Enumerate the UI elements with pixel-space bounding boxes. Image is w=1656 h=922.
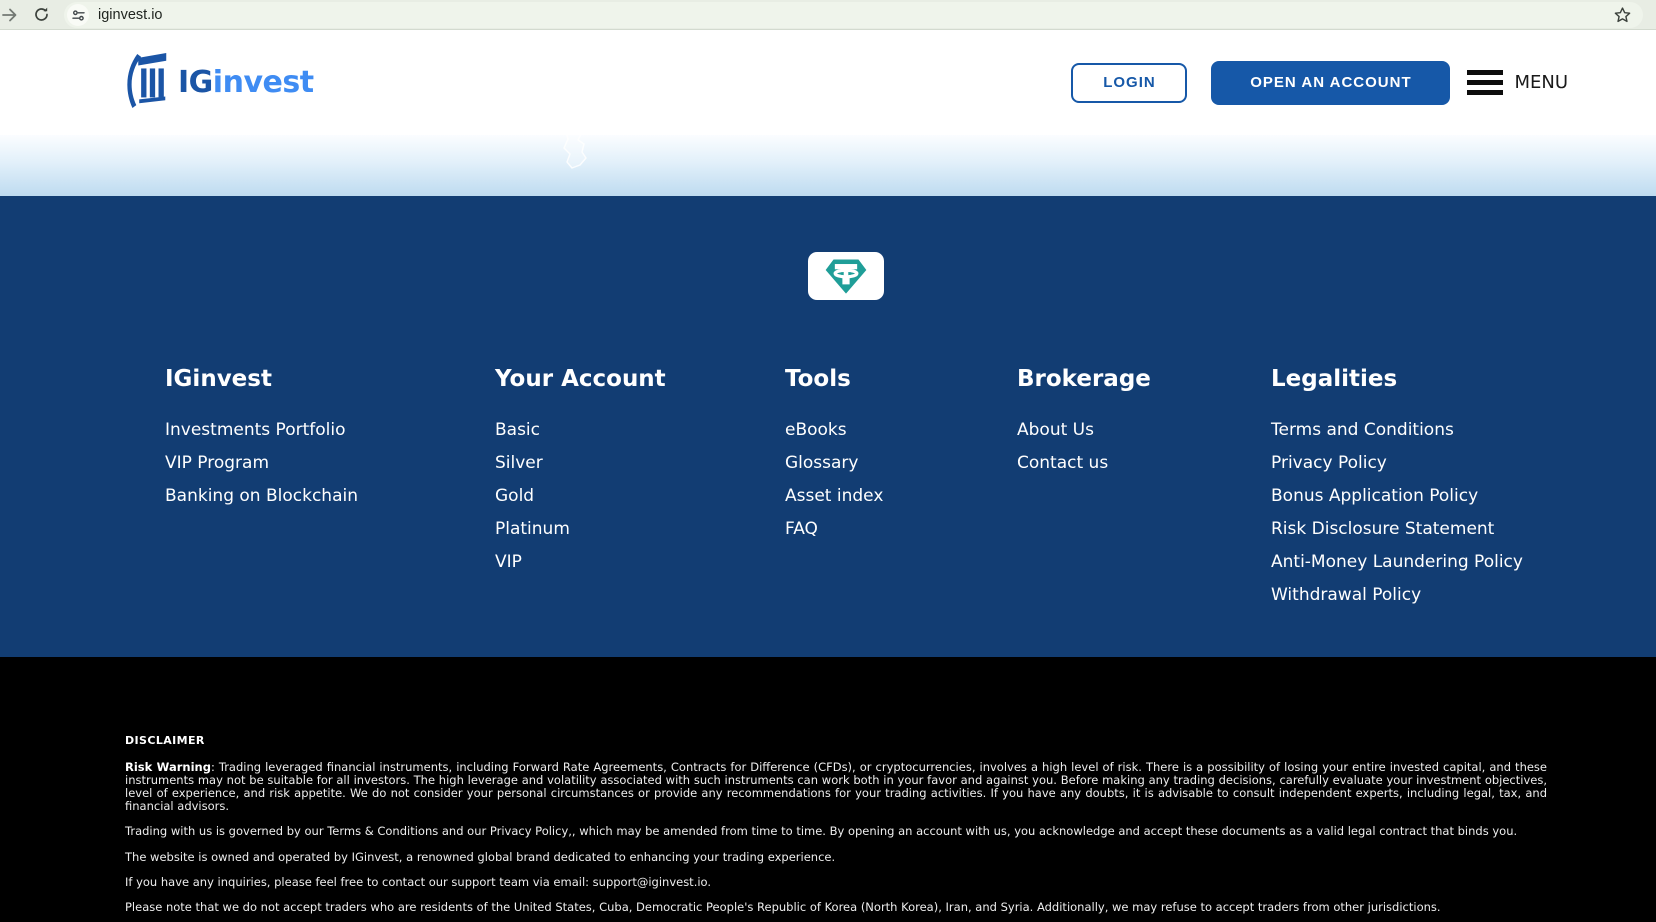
reload-icon[interactable] bbox=[32, 6, 50, 24]
footer-link[interactable]: Anti-Money Laundering Policy bbox=[1271, 554, 1656, 571]
footer-link[interactable]: FAQ bbox=[785, 521, 1017, 538]
footer: IGinvest Investments Portfolio VIP Progr… bbox=[0, 196, 1656, 657]
disclaimer-paragraph: Trading with us is governed by our Terms… bbox=[125, 824, 1518, 839]
footer-link[interactable]: Investments Portfolio bbox=[165, 422, 495, 439]
footer-link[interactable]: Asset index bbox=[785, 488, 1017, 505]
disclaimer-paragraph: Please note that we do not accept trader… bbox=[125, 900, 1441, 915]
url-bar[interactable]: iginvest.io bbox=[64, 2, 1643, 28]
footer-link[interactable]: Basic bbox=[495, 422, 785, 439]
disclaimer-paragraph: If you have any inquiries, please feel f… bbox=[125, 874, 712, 889]
footer-link[interactable]: Banking on Blockchain bbox=[165, 488, 495, 505]
footer-link[interactable]: Platinum bbox=[495, 521, 785, 538]
hamburger-icon bbox=[1467, 70, 1504, 95]
footer-column-tools: Tools eBooks Glossary Asset index FAQ bbox=[785, 364, 1017, 620]
footer-link[interactable]: Silver bbox=[495, 455, 785, 472]
footer-column-title: Brokerage bbox=[1017, 366, 1151, 392]
footer-link[interactable]: Gold bbox=[495, 488, 785, 505]
disclaimer-title: DISCLAIMER bbox=[125, 734, 205, 747]
footer-link[interactable]: Risk Disclosure Statement bbox=[1271, 521, 1656, 538]
footer-link[interactable]: About Us bbox=[1017, 422, 1271, 439]
map-outline-icon bbox=[563, 135, 587, 169]
brand-logo[interactable]: IGinvest bbox=[122, 52, 314, 113]
brand-name: IGinvest bbox=[178, 65, 314, 100]
risk-warning-label: Risk Warning bbox=[125, 760, 211, 774]
risk-warning-text: : Trading leveraged financial instrument… bbox=[125, 760, 1547, 813]
login-button[interactable]: LOGIN bbox=[1071, 62, 1188, 103]
footer-link[interactable]: Glossary bbox=[785, 455, 1017, 472]
column-pillar-icon bbox=[122, 52, 168, 113]
hero-map-section bbox=[0, 135, 1656, 196]
footer-link[interactable]: Contact us bbox=[1017, 455, 1271, 472]
brand-name-suffix: invest bbox=[212, 65, 314, 100]
footer-column-your-account: Your Account Basic Silver Gold Platinum … bbox=[495, 364, 785, 620]
disclaimer-section: DISCLAIMER Risk Warning: Trading leverag… bbox=[0, 657, 1656, 922]
brand-name-prefix: IG bbox=[178, 65, 213, 100]
bookmark-star-icon[interactable] bbox=[1612, 5, 1632, 25]
menu-toggle[interactable]: MENU bbox=[1467, 70, 1568, 95]
footer-column-title: Tools bbox=[785, 366, 851, 392]
footer-column-title: IGinvest bbox=[165, 366, 272, 392]
disclaimer-paragraph: The website is owned and operated by IGi… bbox=[125, 849, 836, 864]
site-settings-icon[interactable] bbox=[67, 4, 89, 26]
open-account-button[interactable]: OPEN AN ACCOUNT bbox=[1211, 60, 1451, 105]
browser-chrome: iginvest.io bbox=[0, 0, 1656, 30]
footer-columns: IGinvest Investments Portfolio VIP Progr… bbox=[0, 364, 1656, 620]
footer-link[interactable]: eBooks bbox=[785, 422, 1017, 439]
footer-link[interactable]: Privacy Policy bbox=[1271, 455, 1656, 472]
footer-column-title: Your Account bbox=[495, 366, 666, 392]
footer-column-title: Legalities bbox=[1271, 366, 1398, 392]
tether-icon bbox=[825, 258, 867, 294]
tether-badge bbox=[808, 252, 884, 300]
menu-label: MENU bbox=[1514, 72, 1568, 93]
footer-link[interactable]: VIP bbox=[495, 554, 785, 571]
url-text: iginvest.io bbox=[98, 7, 163, 23]
footer-column-legalities: Legalities Terms and Conditions Privacy … bbox=[1271, 364, 1656, 620]
footer-column-iginvest: IGinvest Investments Portfolio VIP Progr… bbox=[165, 364, 495, 620]
footer-link[interactable]: VIP Program bbox=[165, 455, 495, 472]
forward-arrow-icon[interactable] bbox=[1, 6, 19, 24]
site-header: IGinvest LOGIN OPEN AN ACCOUNT MENU bbox=[0, 30, 1656, 135]
footer-link[interactable]: Terms and Conditions bbox=[1271, 422, 1656, 439]
footer-column-brokerage: Brokerage About Us Contact us bbox=[1017, 364, 1271, 620]
risk-warning-paragraph: Risk Warning: Trading leveraged financia… bbox=[125, 761, 1547, 813]
footer-link[interactable]: Withdrawal Policy bbox=[1271, 587, 1656, 604]
footer-link[interactable]: Bonus Application Policy bbox=[1271, 488, 1656, 505]
